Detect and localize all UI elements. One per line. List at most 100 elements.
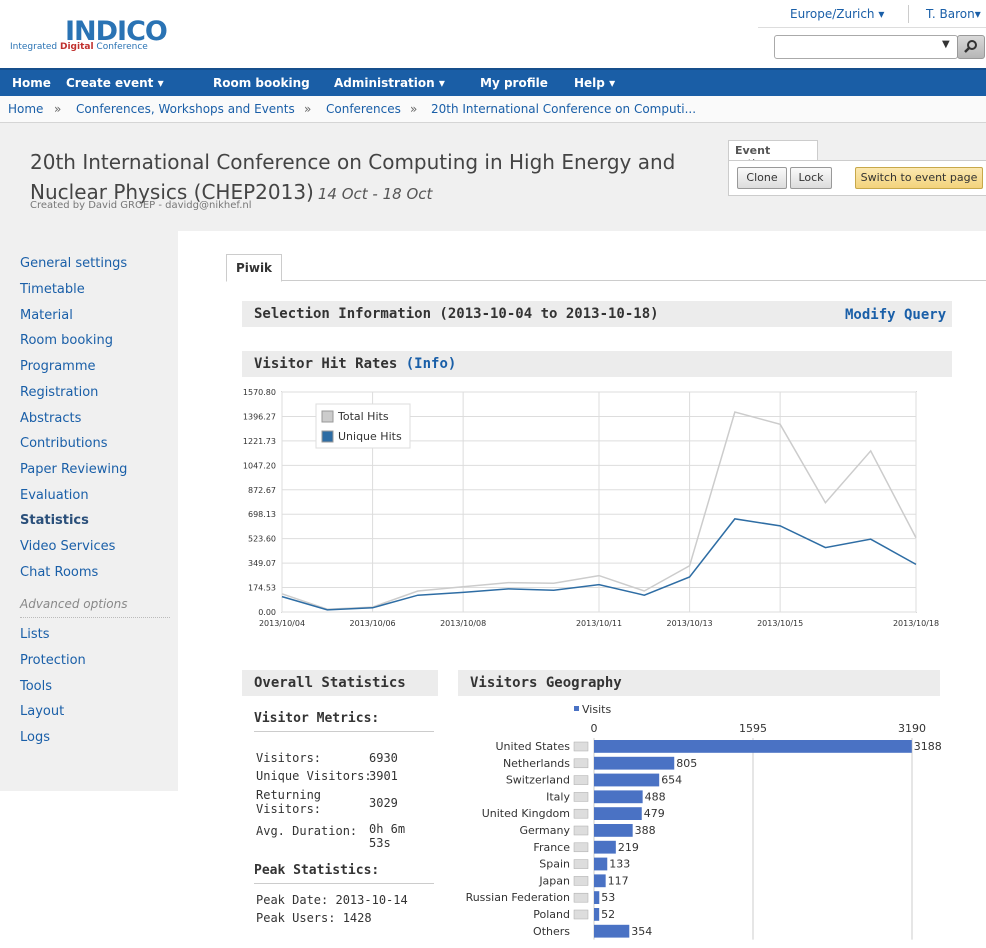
sidebar-item-material[interactable]: Material: [20, 308, 73, 323]
lock-button[interactable]: Lock: [790, 167, 832, 189]
sidebar-item-statistics[interactable]: Statistics: [20, 513, 89, 528]
user-menu[interactable]: T. Baron▾: [926, 7, 981, 21]
breadcrumb-separator: »: [304, 102, 312, 116]
country-flag-icon: [573, 741, 589, 752]
sidebar-item-evaluation[interactable]: Evaluation: [20, 488, 89, 503]
bar: [594, 874, 606, 888]
sidebar-item-tools[interactable]: Tools: [20, 679, 52, 694]
menu-help[interactable]: Help ▾: [574, 76, 615, 90]
category-label: France: [533, 841, 570, 854]
search-button[interactable]: [957, 35, 985, 59]
clone-button[interactable]: Clone: [737, 167, 787, 189]
x-tick-label: 2013/10/15: [757, 619, 803, 628]
country-flag-icon: [573, 876, 589, 886]
y-tick-label: 523.60: [248, 535, 276, 544]
menu-room-booking[interactable]: Room booking: [213, 76, 310, 90]
breadcrumb-conferences[interactable]: Conferences: [326, 102, 401, 116]
overall-title: Overall Statistics: [254, 675, 406, 691]
switch-to-event-page-button[interactable]: Switch to event page: [855, 167, 983, 189]
chart-legend: Total Hits Unique Hits: [315, 403, 411, 449]
y-tick-label: 1570.80: [243, 388, 276, 397]
header: INDICO Integrated Digital Conference Eur…: [0, 0, 986, 66]
tab-piwik[interactable]: Piwik: [226, 254, 282, 282]
menu-my-profile[interactable]: My profile: [480, 76, 548, 90]
country-flag-icon: [573, 758, 589, 769]
sidebar-item-paper-reviewing[interactable]: Paper Reviewing: [20, 462, 127, 477]
bar-value-label: 133: [609, 858, 630, 871]
userbar-divider: [908, 5, 909, 23]
event-actions: Event actions Clone Lock Switch to event…: [728, 138, 986, 196]
indico-logo[interactable]: INDICO Integrated Digital Conference: [10, 14, 195, 54]
hit-rates-info-link[interactable]: (Info): [406, 356, 457, 372]
sidebar-item-timetable[interactable]: Timetable: [20, 282, 85, 297]
y-tick-label: 698.13: [248, 510, 276, 519]
bar-value-label: 354: [631, 925, 652, 938]
category-label: Russian Federation: [466, 891, 570, 904]
category-label: Germany: [519, 824, 570, 837]
search-input[interactable]: [774, 35, 958, 59]
legend-swatch: [574, 706, 579, 711]
legend-swatch: [321, 430, 334, 443]
overall-statistics-heading: Overall Statistics: [242, 670, 438, 696]
event-actions-label: Event actions: [728, 140, 818, 170]
sidebar-item-abstracts[interactable]: Abstracts: [20, 411, 81, 426]
selection-title: Selection Information (2013-10-04 to 201…: [254, 306, 659, 322]
legend-label: Visits: [582, 704, 611, 716]
search-dropdown-icon[interactable]: ▼: [942, 39, 950, 50]
sidebar-item-general-settings[interactable]: General settings: [20, 256, 127, 271]
sidebar-item-layout[interactable]: Layout: [20, 704, 64, 719]
geography-title: Visitors Geography: [470, 675, 622, 691]
sidebar-item-room-booking[interactable]: Room booking: [20, 333, 113, 348]
sidebar-item-registration[interactable]: Registration: [20, 385, 98, 400]
category-label: Italy: [546, 790, 570, 803]
bar-value-label: 219: [618, 841, 639, 854]
metric-label: Returning Visitors:: [256, 788, 322, 816]
sidebar-item-logs[interactable]: Logs: [20, 730, 50, 745]
modify-query-link[interactable]: Modify Query: [845, 307, 946, 323]
y-tick-label: 174.53: [248, 584, 276, 593]
breadcrumb: Home » Conferences, Workshops and Events…: [0, 96, 986, 123]
visitors-geography-chart: Visits 0 1595 3190 United States 3188 Netherl…: [466, 704, 942, 940]
breadcrumb-conferences-workshops[interactable]: Conferences, Workshops and Events: [76, 102, 295, 116]
legend-label: Total Hits: [337, 410, 389, 423]
geo-bars: United States 3188 Netherlands 805 Switzerla…: [466, 740, 942, 938]
breadcrumb-current-event[interactable]: 20th International Conference on Computi…: [431, 102, 696, 116]
metric-label: Avg. Duration:: [256, 824, 358, 838]
metric-value: 3901: [369, 769, 398, 783]
sidebar-item-chat-rooms[interactable]: Chat Rooms: [20, 565, 98, 580]
geo-grid: Visits 0 1595 3190: [574, 704, 926, 940]
search-icon: [964, 40, 977, 53]
menu-create-event[interactable]: Create event ▾: [66, 76, 164, 90]
menu-administration[interactable]: Administration ▾: [334, 76, 445, 90]
visitor-hit-rates-chart: 0.00 174.53 349.07 523.60 698.13 872.67 1047.2…: [243, 388, 939, 628]
sidebar-advanced-heading: Advanced options: [20, 597, 170, 618]
breadcrumb-home[interactable]: Home: [8, 102, 43, 116]
bar-value-label: 53: [601, 891, 615, 904]
event-dates: 14 Oct - 18 Oct: [317, 185, 433, 203]
sidebar-item-programme[interactable]: Programme: [20, 359, 96, 374]
user-bar: Europe/Zurich ▾ T. Baron▾: [758, 3, 986, 28]
tab-divider: [226, 280, 986, 281]
bar: [594, 773, 660, 787]
category-label: Others: [533, 925, 570, 938]
y-tick-label: 349.07: [248, 559, 276, 568]
metric-value: 3029: [369, 796, 398, 810]
event-actions-box: Clone Lock Switch to event page: [728, 160, 986, 196]
x-tick-label: 3190: [898, 722, 926, 735]
event-header: 20th International Conference on Computi…: [0, 123, 986, 231]
category-label: Spain: [539, 858, 570, 871]
sidebar-item-contributions[interactable]: Contributions: [20, 436, 108, 451]
menu-home[interactable]: Home: [12, 76, 51, 90]
sidebar-item-video-services[interactable]: Video Services: [20, 539, 115, 554]
y-tick-label: 1396.27: [243, 412, 276, 421]
metric-label: Visitors:: [256, 751, 322, 765]
bar: [594, 924, 630, 938]
timezone-selector[interactable]: Europe/Zurich ▾: [790, 7, 884, 21]
bar: [594, 790, 643, 804]
sidebar-item-lists[interactable]: Lists: [20, 627, 50, 642]
sidebar-item-protection[interactable]: Protection: [20, 653, 86, 668]
country-flag-icon: [573, 775, 589, 785]
category-label: Netherlands: [503, 757, 570, 770]
x-tick-label: 2013/10/18: [893, 619, 939, 628]
bar-value-label: 117: [608, 874, 629, 887]
